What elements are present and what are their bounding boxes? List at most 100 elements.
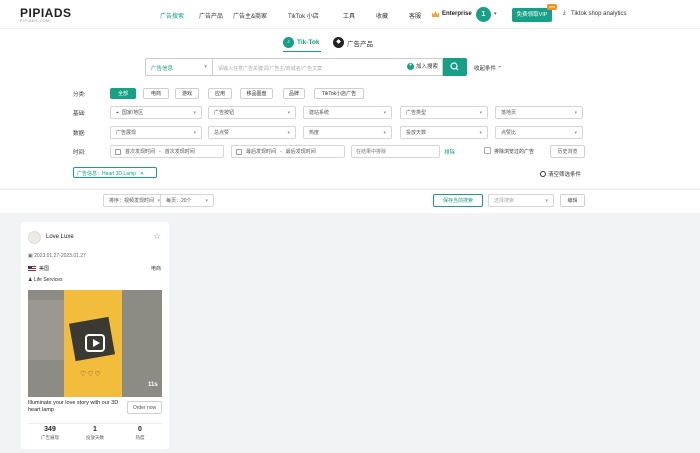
tab-ad-products[interactable]: ◆ 广告产品: [333, 37, 373, 48]
chevron-down-icon[interactable]: ▾: [494, 11, 497, 17]
country-select-label: 国家/地区: [121, 110, 144, 116]
chip-app[interactable]: 应用: [208, 88, 232, 99]
play-icon[interactable]: [85, 334, 105, 352]
time-label: 时间:: [73, 150, 86, 156]
likes-select[interactable]: 总点赞 ▾: [208, 126, 296, 139]
edit-button[interactable]: 编辑: [560, 194, 585, 207]
landing-page-label: 落地页: [501, 110, 517, 116]
basic-label: 基础:: [73, 111, 86, 117]
search-button[interactable]: [443, 58, 467, 76]
tab-tiktok-label: Tik-Tok: [297, 39, 320, 46]
us-flag-icon: [28, 266, 36, 271]
impressions-select[interactable]: 广告展现 ▾: [110, 126, 202, 139]
site-system-label: 建站系统: [309, 110, 330, 116]
chip-game[interactable]: 游戏: [175, 88, 199, 99]
exclude-input[interactable]: 在结果中排除: [351, 145, 440, 158]
date-range-text: 2023.01.27-2023.01.27: [34, 253, 86, 259]
advertiser-name[interactable]: Love Luxe: [46, 234, 74, 240]
chip-all[interactable]: 全部: [110, 88, 136, 99]
exclude-seen-checkbox[interactable]: [484, 147, 491, 154]
stat-impressions-label: 广告展现: [41, 435, 59, 440]
nav-favorites[interactable]: 收藏: [376, 11, 388, 20]
plus-icon: +: [407, 62, 414, 70]
first-seen-start: 首次发现时间: [125, 149, 156, 155]
first-seen-end: 首次发现时间: [164, 149, 195, 155]
heat-select[interactable]: 热度 ▾: [303, 126, 392, 139]
nav-shop-analytics[interactable]: Tiktok shop analytics: [571, 11, 626, 17]
last-seen-range[interactable]: 最后发现时间 - 最后发现时间: [231, 145, 345, 158]
calendar-icon: [236, 148, 242, 155]
ad-type-label: 广告类型: [406, 110, 427, 116]
vip-button[interactable]: 免费领取VIP: [512, 8, 552, 22]
country-select[interactable]: ⌖ 国家/地区 ▾: [110, 106, 202, 119]
like-ratio-label: 点赞比: [501, 130, 517, 136]
search-category-select[interactable]: 广告信息 ▾: [145, 58, 213, 76]
nav-support[interactable]: 客服: [409, 11, 421, 20]
stat-days-label: 投放天数: [86, 435, 104, 440]
chip-ecommerce[interactable]: 电商: [143, 88, 169, 99]
add-search-label: 加入搜索: [416, 64, 439, 70]
saved-search-select[interactable]: 选择搜索 ▾: [488, 194, 554, 207]
tab-tiktok[interactable]: ♪ Tik-Tok: [283, 37, 320, 48]
clear-filters-label: 清空筛选条件: [548, 172, 582, 178]
stat-heat-value: 0: [138, 426, 142, 433]
heat-label: 热度: [309, 130, 320, 136]
exclude-button[interactable]: 排除: [444, 148, 455, 156]
per-page-select[interactable]: 每页：20个 ▾: [160, 194, 214, 207]
stat-impressions-value: 349: [44, 426, 56, 433]
ad-card[interactable]: Love Luxe ☆ ▣ 2023.01.27-2023.01.27 美国 电…: [21, 222, 169, 449]
ad-type-select[interactable]: 广告类型 ▾: [400, 106, 488, 119]
chip-brand[interactable]: 品牌: [283, 88, 305, 99]
per-page-label: 每页：20个: [166, 198, 192, 204]
download-icon: ⤓: [563, 10, 566, 16]
clear-filters-button[interactable]: 清空筛选条件: [540, 170, 581, 178]
category-label: 分类:: [73, 92, 86, 98]
tiktok-icon: ♪: [283, 37, 294, 48]
tab-underline: [283, 51, 321, 52]
collapse-label: 收起条件: [474, 66, 497, 72]
nav-tiktok-shop[interactable]: TikTok 小店: [288, 11, 319, 20]
like-ratio-select[interactable]: 点赞比 ▾: [495, 126, 583, 139]
first-seen-range[interactable]: 首次发现时间 - 首次发现时间: [110, 145, 224, 158]
last-seen-end: 最后发现时间: [285, 149, 316, 155]
history-button[interactable]: 历史浏览: [550, 145, 585, 158]
nav-ad-products[interactable]: 广告产品: [199, 11, 223, 20]
site-system-select[interactable]: 建站系统 ▾: [303, 106, 392, 119]
tab-products-label: 广告产品: [347, 40, 373, 48]
nav-tools[interactable]: 工具: [343, 11, 355, 20]
duration-label: 11s: [148, 382, 158, 388]
category-text: Life Services: [33, 277, 63, 283]
add-search-button[interactable]: + 加入搜索: [407, 62, 438, 70]
landing-page-select[interactable]: 落地页 ▾: [495, 106, 583, 119]
close-icon[interactable]: ✕: [140, 171, 144, 177]
card-divider: [28, 423, 162, 424]
days-label: 投放天数: [406, 130, 427, 136]
impressions-label: 广告展现: [116, 130, 137, 136]
last-seen-start: 最后发现时间: [246, 149, 277, 155]
save-search-button[interactable]: 保存当前搜索: [433, 194, 483, 207]
days-select[interactable]: 投放天数 ▾: [400, 126, 488, 139]
logo-subtitle: PIPIADS.COM: [20, 19, 50, 23]
ad-type-text: 电商: [151, 266, 162, 272]
star-icon[interactable]: ☆: [153, 231, 161, 242]
video-thumbnail[interactable]: ♡♡♡ 11s: [28, 290, 162, 397]
collapse-filters-toggle[interactable]: 收起条件 ⌃: [474, 64, 502, 72]
sort-select[interactable]: 排序：视频发现时间 ▾: [103, 194, 166, 207]
order-now-button[interactable]: Order now: [127, 401, 162, 414]
location-icon: ⌖: [116, 109, 119, 116]
ad-button-label: 广告按钮: [214, 110, 235, 116]
enterprise-label[interactable]: Enterprise: [442, 11, 472, 17]
calendar-icon: ▣: [28, 253, 33, 259]
thumbnail-left: [28, 300, 64, 360]
ad-button-select[interactable]: 广告按钮 ▾: [208, 106, 296, 119]
stat-heat-label: 热度: [135, 435, 145, 440]
nav-advertisers[interactable]: 广告主&商家: [233, 11, 267, 20]
nav-ad-search[interactable]: 广告搜索: [160, 11, 184, 20]
category-row: ♟ Life Services: [28, 277, 63, 283]
chip-tiktok-shop-ads[interactable]: TikTok小店广告: [314, 88, 364, 99]
avatar[interactable]: 1: [476, 7, 491, 22]
logo[interactable]: PIPIADS: [20, 6, 72, 20]
exclude-seen-label: 排除浏览过的广告: [494, 149, 535, 155]
stat-days-value: 1: [93, 426, 97, 433]
chip-category-4[interactable]: 移品图盘: [240, 88, 273, 99]
